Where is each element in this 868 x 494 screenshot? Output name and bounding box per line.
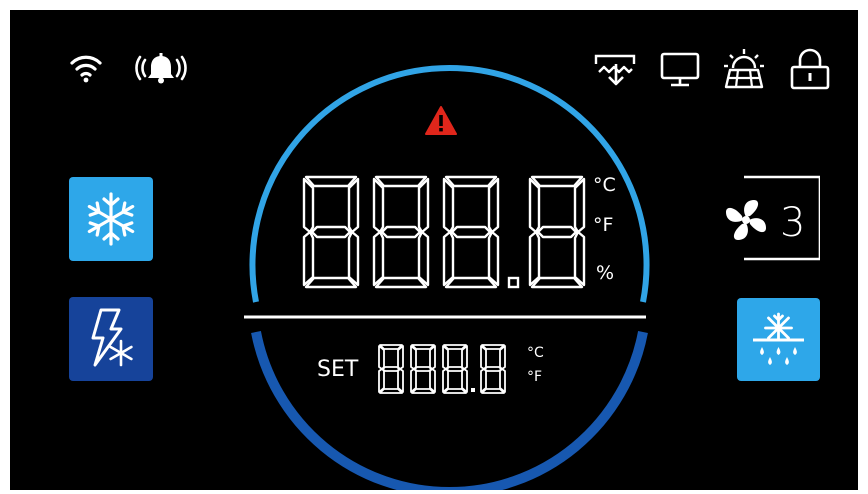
quick-freeze-button[interactable] xyxy=(69,297,153,381)
set-decimal-point xyxy=(471,388,475,392)
fan-icon xyxy=(726,200,766,240)
decimal-point xyxy=(507,276,520,289)
unit-celsius: °C xyxy=(593,174,616,196)
control-panel: °C °F % SET °C °F 3 xyxy=(10,10,858,490)
fan-speed-value: 3 xyxy=(780,200,806,246)
freeze-button[interactable] xyxy=(69,177,153,261)
set-temperature-display xyxy=(378,344,506,394)
set-unit-celsius: °C xyxy=(527,345,544,361)
set-label: SET xyxy=(317,357,359,382)
quick-freeze-icon xyxy=(91,308,133,367)
main-temperature-display xyxy=(302,175,586,289)
defrost-icon xyxy=(753,312,804,365)
warning-triangle-icon xyxy=(424,105,458,137)
unit-percent: % xyxy=(596,262,615,284)
unit-fahrenheit: °F xyxy=(593,214,614,236)
snowflake-icon xyxy=(87,192,135,246)
set-unit-fahrenheit: °F xyxy=(527,369,543,385)
defrost-button[interactable] xyxy=(737,298,820,381)
